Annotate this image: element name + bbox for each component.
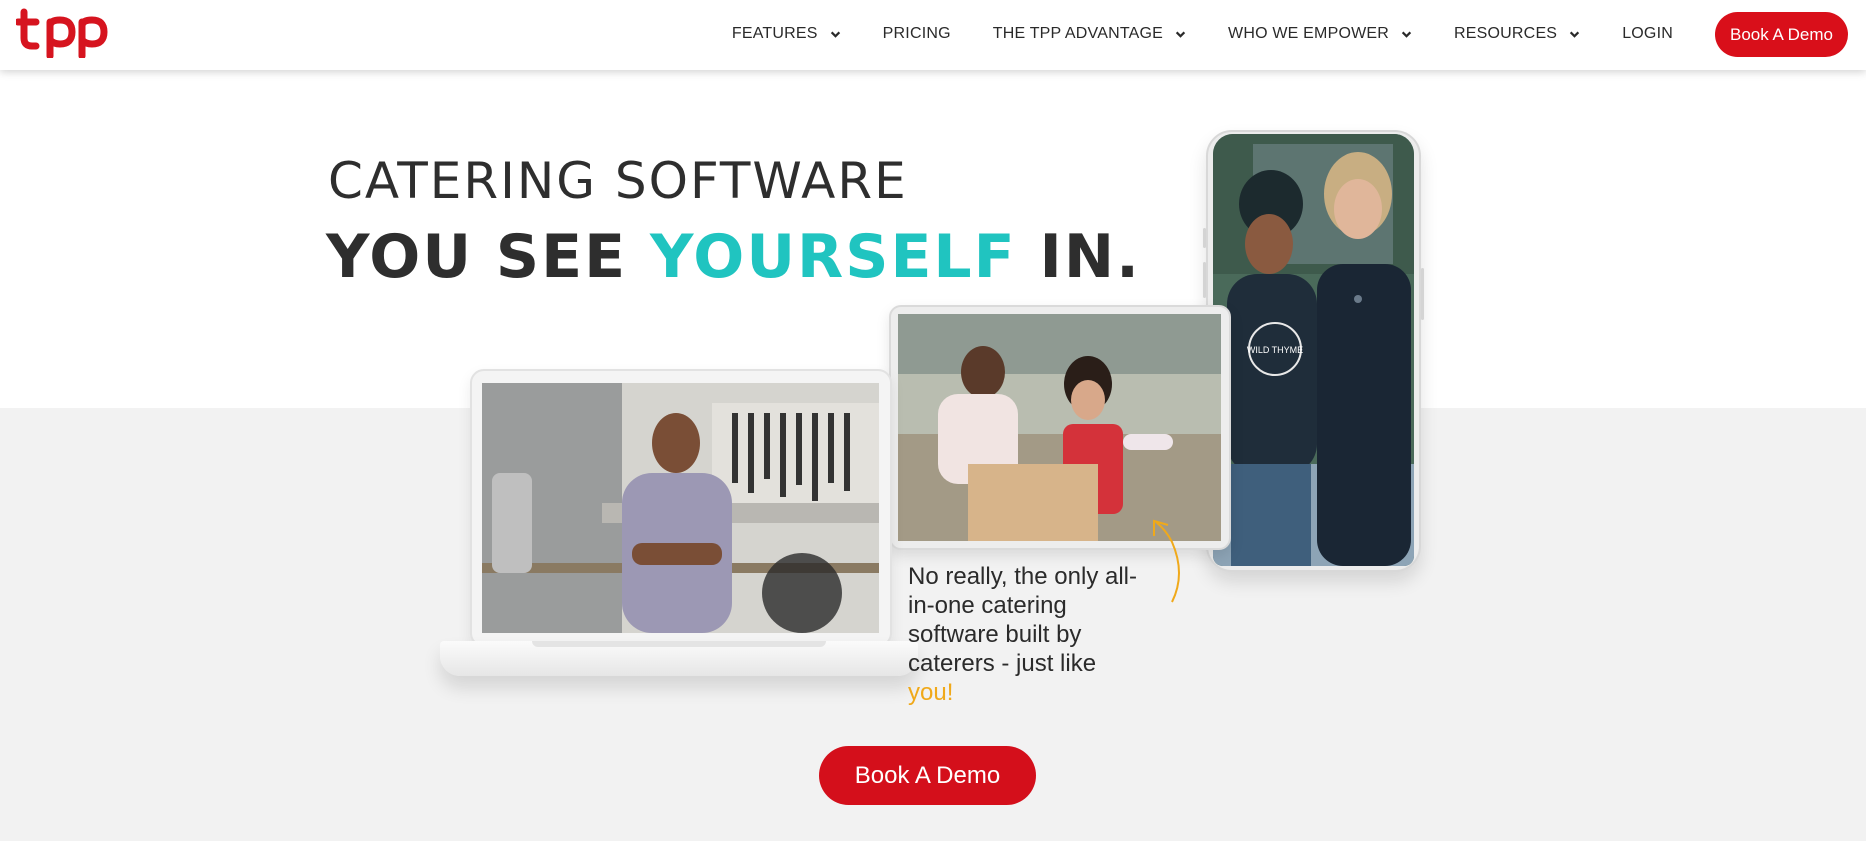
headline-line-2: YOU SEE YOURSELF IN. xyxy=(326,222,1141,292)
headline-line-1: CATERING SOFTWARE xyxy=(328,152,908,210)
laptop-photo-chef xyxy=(482,383,879,633)
header-book-demo-button[interactable]: Book A Demo xyxy=(1714,11,1848,57)
tagline-highlight: you! xyxy=(908,679,954,706)
nav-features-label: FEATURES xyxy=(731,25,818,42)
nav-features[interactable]: FEATURES xyxy=(732,25,841,43)
headline-line-2-start: YOU SEE xyxy=(326,222,650,292)
laptop-hinge xyxy=(532,641,826,647)
tagline-main-text: No really, the only all-in-one catering … xyxy=(908,563,1137,677)
hero-book-demo-button[interactable]: Book A Demo xyxy=(819,746,1036,805)
phone-shirt-text: WILD THYME xyxy=(1247,345,1303,355)
tablet-photo-vintage-kitchen xyxy=(898,314,1221,541)
nav-resources-label: RESOURCES xyxy=(1454,25,1558,42)
chevron-down-icon xyxy=(1175,31,1186,38)
hero-tagline: No really, the only all-in-one catering … xyxy=(908,562,1148,707)
curved-arrow-icon xyxy=(1153,519,1180,603)
phone-photo-two-women: WILD THYME xyxy=(1213,134,1414,566)
phone-photo-illustration: WILD THYME xyxy=(1213,134,1414,566)
chevron-down-icon xyxy=(830,31,840,38)
tpp-logo[interactable] xyxy=(16,6,108,58)
headline-line-2-end: IN. xyxy=(1016,222,1141,292)
nav-who-we-empower[interactable]: WHO WE EMPOWER xyxy=(1228,25,1412,43)
headline-accent-word: YOURSELF xyxy=(650,222,1017,292)
nav-resources[interactable]: RESOURCES xyxy=(1454,25,1580,43)
chevron-down-icon xyxy=(1570,31,1580,38)
chevron-down-icon xyxy=(1401,31,1412,38)
phone-side-button xyxy=(1203,228,1206,248)
nav-tpp-advantage-label: THE TPP ADVANTAGE xyxy=(992,25,1164,42)
nav-pricing[interactable]: PRICING xyxy=(883,25,951,43)
nav-tpp-advantage[interactable]: THE TPP ADVANTAGE xyxy=(993,25,1186,43)
nav-login-label: LOGIN xyxy=(1622,25,1673,42)
tablet-photo-illustration xyxy=(898,314,1221,541)
site-header: FEATURES PRICING THE TPP ADVANTAGE WHO W… xyxy=(0,0,1866,70)
phone-side-button xyxy=(1203,262,1206,298)
phone-side-button xyxy=(1421,268,1424,320)
laptop-photo-illustration xyxy=(482,383,879,633)
nav-who-we-empower-label: WHO WE EMPOWER xyxy=(1228,25,1390,42)
main-nav: FEATURES PRICING THE TPP ADVANTAGE WHO W… xyxy=(732,11,1848,57)
nav-pricing-label: PRICING xyxy=(882,25,951,42)
nav-login[interactable]: LOGIN xyxy=(1622,25,1673,43)
